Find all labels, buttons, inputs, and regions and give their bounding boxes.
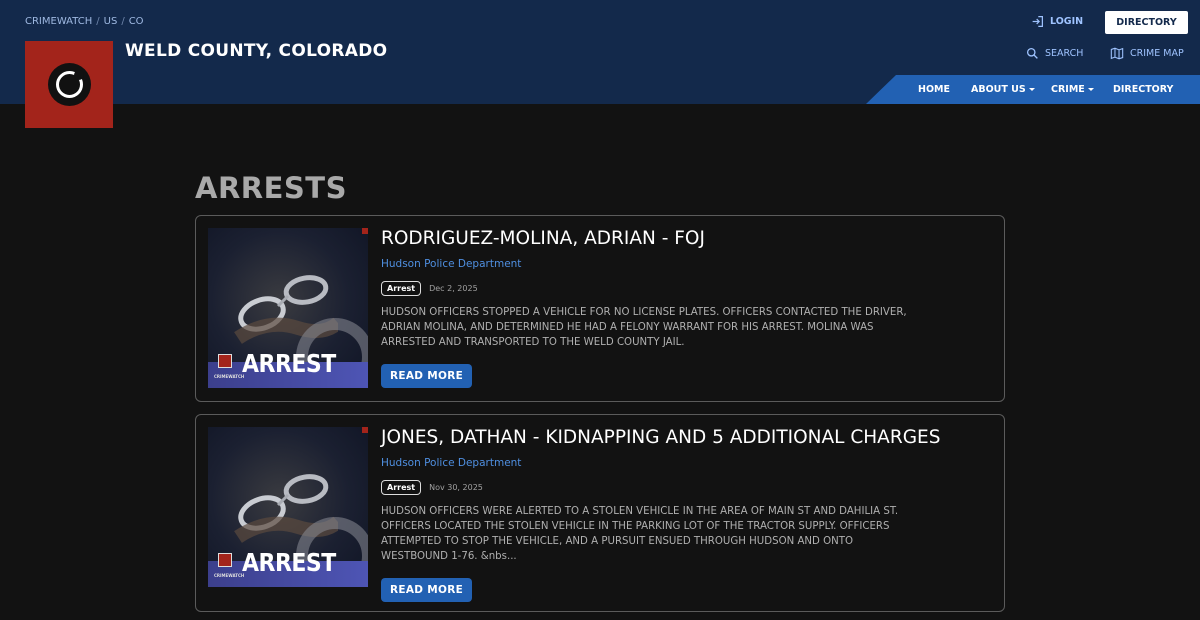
thumb-arrest-word: ARREST <box>242 350 336 379</box>
nav-about-us-label: ABOUT US <box>971 84 1026 95</box>
breadcrumb-us[interactable]: US <box>104 16 118 27</box>
agency-link[interactable]: Hudson Police Department <box>381 258 921 270</box>
chevron-down-icon <box>1087 88 1094 91</box>
post-date: Nov 30, 2025 <box>429 483 483 493</box>
directory-button[interactable]: DIRECTORY <box>1105 11 1188 34</box>
category-badge: Arrest <box>381 480 422 496</box>
thumb-brand: CRIMEWATCH <box>214 573 245 578</box>
arrest-thumbnail[interactable]: CRIMEWATCH ARREST <box>208 427 368 587</box>
arrest-title[interactable]: JONES, DATHAN - KIDNAPPING AND 5 ADDITIO… <box>381 427 940 449</box>
page-title: ARRESTS <box>195 171 347 205</box>
arrest-card: CRIMEWATCH ARREST JONES, DATHAN - KIDNAP… <box>195 414 1005 612</box>
chevron-down-icon <box>1028 88 1035 91</box>
category-badge: Arrest <box>381 281 422 297</box>
crimewatch-logo <box>218 354 232 368</box>
read-more-button[interactable]: READ MORE <box>381 364 473 389</box>
arrest-card: CRIMEWATCH ARREST RODRIGUEZ-MOLINA, ADRI… <box>195 215 1005 402</box>
nav-crime[interactable]: CRIME <box>1051 84 1094 95</box>
post-date: Dec 2, 2025 <box>429 284 478 294</box>
thumb-brand: CRIMEWATCH <box>214 374 245 379</box>
nav-home[interactable]: HOME <box>918 84 950 95</box>
search-link[interactable]: SEARCH <box>1026 47 1083 60</box>
nav-about-us[interactable]: ABOUT US <box>971 84 1035 95</box>
breadcrumb-separator: / <box>121 16 125 27</box>
crime-map-link[interactable]: CRIME MAP <box>1110 47 1184 60</box>
login-link[interactable]: LOGIN <box>1031 15 1083 28</box>
crime-map-label: CRIME MAP <box>1130 48 1184 59</box>
site-logo[interactable] <box>25 41 113 128</box>
search-label: SEARCH <box>1045 48 1084 59</box>
arrest-title[interactable]: RODRIGUEZ-MOLINA, ADRIAN - FOJ <box>381 228 921 250</box>
breadcrumb-crimewatch[interactable]: CRIMEWATCH <box>25 16 92 27</box>
nav-directory[interactable]: DIRECTORY <box>1113 84 1173 95</box>
arrest-thumbnail[interactable]: CRIMEWATCH ARREST <box>208 228 368 388</box>
crimewatch-logo <box>218 553 232 567</box>
login-icon <box>1032 16 1043 27</box>
nav-directory-label: DIRECTORY <box>1113 84 1174 95</box>
nav-home-label: HOME <box>918 84 950 95</box>
site-title[interactable]: WELD COUNTY, COLORADO <box>125 41 387 61</box>
read-more-button[interactable]: READ MORE <box>381 578 473 603</box>
post-excerpt: HUDSON OFFICERS STOPPED A VEHICLE FOR NO… <box>381 307 907 349</box>
search-icon <box>1026 47 1038 59</box>
breadcrumb: CRIMEWATCH / US / CO <box>25 16 144 27</box>
breadcrumb-separator: / <box>96 16 100 27</box>
breadcrumb-co[interactable]: CO <box>129 16 144 27</box>
main-nav: HOME ABOUT US CRIME DIRECTORY <box>866 75 1200 104</box>
post-excerpt: HUDSON OFFICERS WERE ALERTED TO A STOLEN… <box>381 506 899 563</box>
login-label: LOGIN <box>1050 16 1084 27</box>
map-icon <box>1110 47 1124 60</box>
agency-link[interactable]: Hudson Police Department <box>381 457 921 469</box>
site-header: CRIMEWATCH / US / CO WELD COUNTY, COLORA… <box>0 0 1200 104</box>
nav-crime-label: CRIME <box>1051 84 1085 95</box>
logo-mark <box>47 63 91 106</box>
thumb-arrest-word: ARREST <box>242 549 336 578</box>
